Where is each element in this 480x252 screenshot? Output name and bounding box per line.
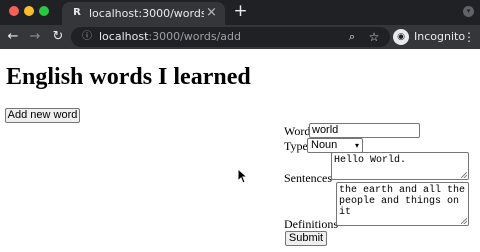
type-selected-value: Noun xyxy=(311,139,338,151)
incognito-label[interactable]: Incognito xyxy=(414,30,465,44)
favicon-icon: R xyxy=(73,7,81,18)
zoom-icon[interactable]: ⌕ xyxy=(345,30,359,44)
word-label: Word xyxy=(284,124,311,138)
active-tab[interactable]: R localhost:3000/words/add × xyxy=(62,2,225,25)
site-info-icon[interactable]: ⓘ xyxy=(80,30,94,44)
incognito-icon[interactable]: ◉ xyxy=(393,29,409,45)
tab-close-icon[interactable]: × xyxy=(205,6,218,19)
url-host: localhost xyxy=(99,30,149,43)
tab-search-icon[interactable]: ▾ xyxy=(463,6,474,17)
browser-menu-icon[interactable]: ⋮ xyxy=(463,28,475,46)
back-arrow-icon[interactable]: ← xyxy=(4,28,22,46)
bookmark-star-icon[interactable]: ☆ xyxy=(367,30,381,44)
add-new-word-button[interactable]: Add new word xyxy=(5,108,80,123)
maximize-window-button[interactable] xyxy=(39,6,49,16)
page-title: English words I learned xyxy=(6,64,251,90)
mouse-cursor-icon xyxy=(237,168,247,184)
new-tab-icon[interactable]: + xyxy=(233,3,248,20)
sentences-text: Hello World. xyxy=(334,155,407,166)
browser-toolbar: ← → ↻ ⓘ localhost:3000/words/add ⌕ ☆ ◉ I… xyxy=(0,25,480,49)
sentences-label: Sentences xyxy=(284,171,332,185)
tab-strip: R localhost:3000/words/add × + ▾ xyxy=(0,0,480,25)
url-text: localhost:3000/words/add xyxy=(99,30,241,44)
type-select[interactable]: Noun ▾ xyxy=(307,138,363,153)
type-label: Type xyxy=(284,139,308,153)
definitions-textarea[interactable]: the earth and all the people and things … xyxy=(336,182,469,226)
close-window-button[interactable] xyxy=(9,6,19,16)
sentences-textarea[interactable]: Hello World. xyxy=(331,152,469,180)
chevron-down-icon: ▾ xyxy=(354,141,359,150)
word-input[interactable]: world xyxy=(309,123,420,138)
forward-arrow-icon[interactable]: → xyxy=(26,28,44,46)
url-path: :3000/words/add xyxy=(148,30,241,43)
reload-icon[interactable]: ↻ xyxy=(49,28,67,46)
resize-handle-icon[interactable] xyxy=(461,172,467,178)
definitions-text: the earth and all the people and things … xyxy=(339,185,466,218)
resize-handle-icon[interactable] xyxy=(461,218,467,224)
address-bar[interactable]: ⓘ localhost:3000/words/add ⌕ ☆ xyxy=(71,27,390,47)
definitions-label: Definitions xyxy=(284,217,338,231)
tab-title: localhost:3000/words/add xyxy=(89,7,204,20)
minimize-window-button[interactable] xyxy=(24,6,34,16)
submit-button[interactable]: Submit xyxy=(285,231,327,246)
